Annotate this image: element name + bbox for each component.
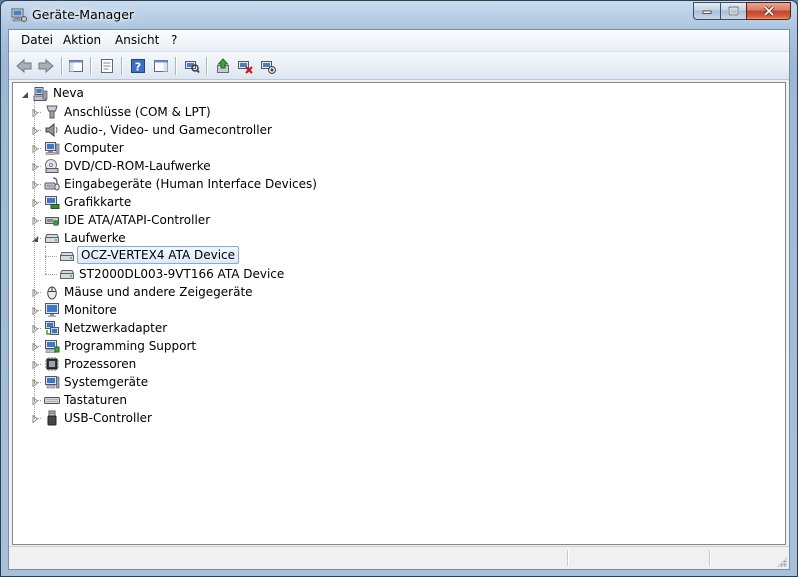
- device-manager-icon: [11, 7, 27, 23]
- client-area: Datei Aktion Ansicht ? ? Neva Anschlüsse…: [8, 29, 790, 570]
- status-bar: [9, 546, 789, 569]
- port-icon: [44, 104, 60, 120]
- disk-drive-icon: [59, 248, 75, 264]
- tree-device-label: OCZ-VERTEX4 ATA Device: [77, 246, 240, 264]
- help-icon: ?: [131, 59, 145, 74]
- menu-bar: Datei Aktion Ansicht ?: [9, 30, 789, 52]
- help-button[interactable]: ?: [128, 56, 148, 76]
- forward-button[interactable]: [36, 56, 56, 76]
- svg-text:?: ?: [135, 61, 141, 74]
- resize-grip-icon[interactable]: [777, 557, 787, 567]
- tree-category-label: Monitore: [64, 303, 117, 317]
- menu-datei[interactable]: Datei: [21, 33, 53, 47]
- menu-ansicht[interactable]: Ansicht: [115, 33, 159, 47]
- action-pane-icon: [154, 60, 168, 72]
- console-tree-icon: [69, 60, 83, 72]
- tree-device-label: ST2000DL003-9VT166 ATA Device: [79, 267, 285, 281]
- maximize-button[interactable]: [720, 2, 746, 20]
- tree-category-label: Computer: [64, 141, 124, 155]
- tree-category-label: Systemgeräte: [64, 375, 149, 389]
- maximize-icon: [728, 6, 739, 16]
- tree-category-label: Eingabegeräte (Human Interface Devices): [64, 177, 317, 191]
- menu-aktion[interactable]: Aktion: [63, 33, 101, 47]
- mouse-icon: [44, 284, 60, 300]
- minimize-icon: [702, 10, 712, 14]
- tree-category-label: Tastaturen: [64, 393, 127, 407]
- ide-controller-icon: [44, 212, 60, 228]
- usb-icon: [44, 410, 60, 426]
- back-button[interactable]: [14, 56, 34, 76]
- disable-device-button[interactable]: [258, 56, 278, 76]
- tree-category-label: Mäuse und andere Zeigegeräte: [64, 285, 253, 299]
- tree-category-label: Programming Support: [64, 339, 197, 353]
- minimize-button[interactable]: [693, 2, 720, 20]
- uninstall-device-icon: [238, 61, 253, 74]
- close-icon: [763, 6, 774, 16]
- collapse-triangle-icon[interactable]: [20, 90, 29, 99]
- tree-category-label: Prozessoren: [64, 357, 137, 371]
- forward-arrow-icon: [38, 58, 54, 74]
- disk-drive-icon: [59, 266, 75, 282]
- tree-category-label: Grafikkarte: [64, 195, 132, 209]
- action-pane-button[interactable]: [151, 56, 171, 76]
- tree-category-label: Audio-, Video- und Gamecontroller: [64, 123, 272, 137]
- keyboard-icon: [44, 392, 60, 408]
- device-tree[interactable]: Neva Anschlüsse (COM & LPT) Audio-, Vide…: [12, 82, 786, 545]
- disable-device-icon: [261, 61, 276, 74]
- tree-category-label: Netzwerkadapter: [64, 321, 168, 335]
- update-driver-icon: [217, 58, 229, 73]
- monitor-icon: [44, 302, 60, 318]
- tree-category-label: Laufwerke: [64, 231, 126, 245]
- toolbar: ?: [9, 52, 789, 80]
- uninstall-device-button[interactable]: [235, 56, 255, 76]
- back-arrow-icon: [16, 58, 32, 74]
- properties-button[interactable]: [97, 56, 117, 76]
- title-bar[interactable]: Geräte-Manager: [1, 1, 797, 29]
- update-driver-button[interactable]: [213, 56, 233, 76]
- menu-help[interactable]: ?: [171, 33, 177, 47]
- display-adapter-icon: [44, 194, 60, 210]
- close-button[interactable]: [746, 2, 791, 20]
- tree-category-label: USB-Controller: [64, 411, 152, 425]
- programming-icon: [44, 338, 60, 354]
- system-devices-icon: [44, 374, 60, 390]
- network-adapter-icon: [44, 320, 60, 336]
- scan-hardware-button[interactable]: [182, 56, 202, 76]
- computer-icon: [33, 86, 49, 102]
- speaker-icon: [44, 122, 60, 138]
- dvd-drive-icon: [44, 158, 60, 174]
- tree-category-label: IDE ATA/ATAPI-Controller: [64, 213, 211, 227]
- device-manager-window: Geräte-Manager Datei Aktion Ansicht ? ? …: [0, 0, 798, 577]
- disk-drive-icon: [44, 230, 60, 246]
- tree-category-label: DVD/CD-ROM-Laufwerke: [64, 159, 211, 173]
- properties-icon: [101, 59, 113, 73]
- processor-icon: [44, 356, 60, 372]
- console-tree-button[interactable]: [66, 56, 86, 76]
- scan-hardware-icon: [185, 61, 200, 74]
- computer-icon: [44, 140, 60, 156]
- tree-category-label: Anschlüsse (COM & LPT): [64, 105, 211, 119]
- tree-root-label: Neva: [53, 86, 84, 100]
- hid-icon: [44, 176, 60, 192]
- window-title: Geräte-Manager: [32, 7, 135, 22]
